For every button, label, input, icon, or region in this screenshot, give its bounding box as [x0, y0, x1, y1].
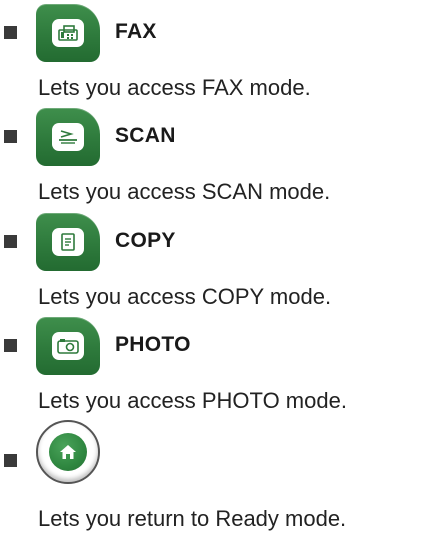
copy-label: COPY	[115, 229, 176, 252]
bullet	[4, 454, 17, 467]
home-icon	[49, 433, 87, 471]
scan-icon	[52, 123, 84, 151]
home-button[interactable]	[36, 420, 100, 484]
home-description: Lets you return to Ready mode.	[38, 506, 347, 531]
photo-icon	[52, 332, 84, 360]
bullet	[4, 339, 17, 352]
copy-icon	[52, 228, 84, 256]
copy-button[interactable]	[36, 213, 100, 271]
photo-button[interactable]	[36, 317, 100, 375]
fax-icon	[52, 19, 84, 47]
photo-label: PHOTO	[115, 333, 191, 356]
bullet	[4, 235, 17, 248]
fax-button[interactable]	[36, 4, 100, 62]
bullet	[4, 26, 17, 39]
copy-description: Lets you access COPY mode.	[38, 284, 332, 309]
scan-description: Lets you access SCAN mode.	[38, 179, 331, 204]
bullet	[4, 130, 17, 143]
photo-description: Lets you access PHOTO mode.	[38, 388, 347, 413]
fax-label: FAX	[115, 20, 157, 43]
fax-description: Lets you access FAX mode.	[38, 75, 311, 100]
scan-label: SCAN	[115, 124, 176, 147]
scan-button[interactable]	[36, 108, 100, 166]
